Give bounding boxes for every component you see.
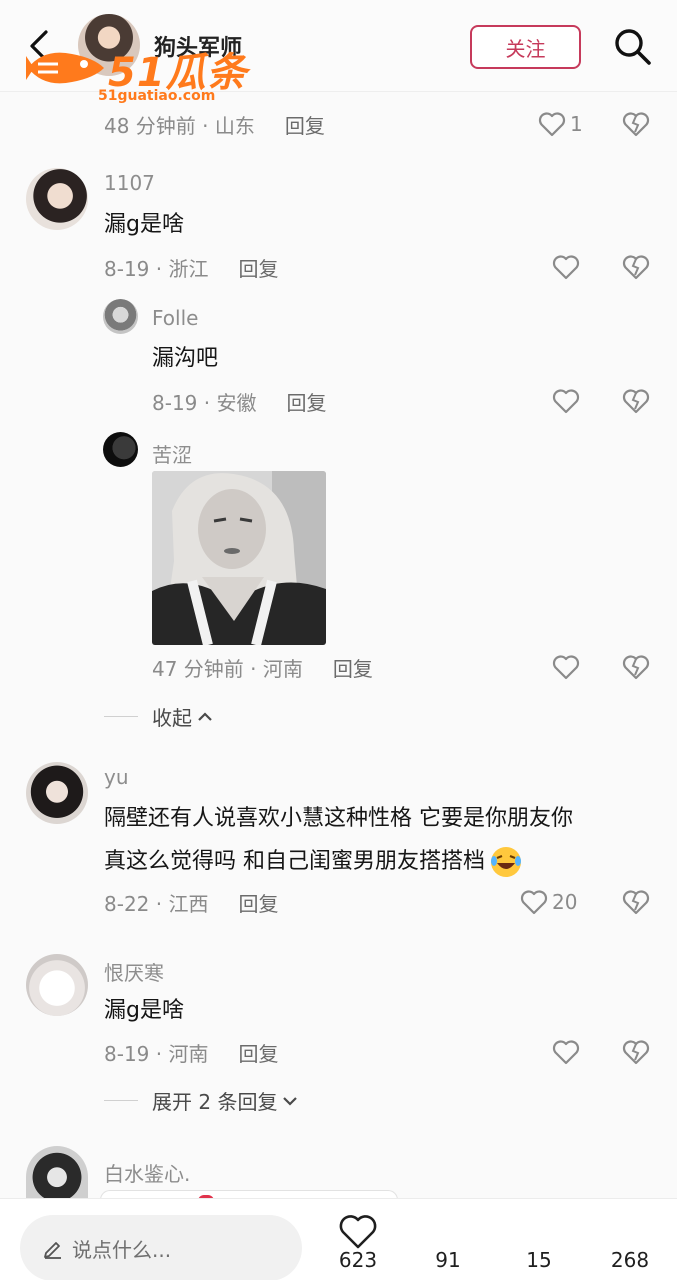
- watermark-url: 51guatiao.com: [98, 88, 216, 104]
- reply-username[interactable]: Folle: [152, 306, 198, 330]
- heart-icon: [552, 255, 580, 280]
- user-avatar[interactable]: [26, 954, 88, 1016]
- reply-button[interactable]: 回复: [238, 888, 278, 917]
- post-like-count[interactable]: 623: [328, 1248, 388, 1272]
- comment-text-line-1: 隔壁还有人说喜欢小慧这种性格 它要是你朋友你: [104, 806, 573, 831]
- like-count: 20: [552, 890, 578, 914]
- comment-time-location: 48 分钟前 · 山东: [104, 113, 255, 138]
- comment-text-line-2: 真这么觉得吗 和自己闺蜜男朋友搭搭档: [104, 840, 523, 883]
- like-button[interactable]: [552, 252, 580, 282]
- reply-button[interactable]: 回复: [238, 1038, 278, 1067]
- divider-line: [104, 716, 138, 717]
- like-button[interactable]: [552, 1037, 580, 1067]
- broken-heart-icon[interactable]: [622, 253, 650, 281]
- chevron-down-icon: [283, 1096, 298, 1106]
- comment-input-placeholder: 说点什么...: [72, 1237, 172, 1262]
- user-avatar[interactable]: [103, 432, 138, 467]
- reply-text: 漏沟吧: [152, 346, 219, 371]
- pen-icon: [44, 1242, 61, 1259]
- comment-username[interactable]: yu: [104, 765, 129, 789]
- comment-input[interactable]: 说点什么...: [20, 1215, 302, 1280]
- comment-username[interactable]: 白水鉴心.: [104, 1158, 190, 1187]
- collapse-label: 收起: [152, 706, 192, 730]
- post-stat-count[interactable]: 268: [600, 1248, 660, 1272]
- chevron-up-icon: [198, 711, 212, 721]
- user-avatar[interactable]: [26, 168, 88, 230]
- reply-image[interactable]: [152, 471, 326, 645]
- search-icon[interactable]: [612, 26, 652, 66]
- like-button[interactable]: [552, 652, 580, 682]
- broken-heart-icon[interactable]: [622, 110, 650, 138]
- reply-button[interactable]: 回复: [285, 110, 325, 139]
- comment-username[interactable]: 1107: [104, 171, 155, 195]
- portrait-photo: [152, 471, 326, 645]
- comment-username[interactable]: 恨厌寒: [104, 957, 164, 986]
- reply-time-location: 8-19 · 安徽: [152, 390, 257, 415]
- user-avatar[interactable]: [26, 1146, 88, 1198]
- reply-meta: 8-19 · 安徽 回复: [152, 386, 326, 416]
- comment-meta: 48 分钟前 · 山东 回复: [104, 109, 325, 139]
- broken-heart-icon[interactable]: [622, 653, 650, 681]
- expand-label: 展开 2 条回复: [152, 1090, 278, 1114]
- reply-username[interactable]: 苦涩: [152, 439, 192, 468]
- like-count: 1: [570, 112, 583, 136]
- like-button[interactable]: 1: [538, 109, 583, 139]
- like-button[interactable]: [552, 386, 580, 416]
- broken-heart-icon[interactable]: [622, 1038, 650, 1066]
- divider-line: [104, 1100, 138, 1101]
- broken-heart-icon[interactable]: [622, 888, 650, 916]
- expand-replies-button[interactable]: 展开 2 条回复: [104, 1086, 299, 1115]
- post-stat-count[interactable]: 91: [418, 1248, 478, 1272]
- heart-icon: [552, 389, 580, 414]
- reply-time-location: 47 分钟前 · 河南: [152, 656, 303, 681]
- reply-button[interactable]: 回复: [286, 387, 326, 416]
- heart-icon: [520, 890, 548, 915]
- comment-text: 真这么觉得吗 和自己闺蜜男朋友搭搭档: [104, 849, 485, 874]
- comment-meta: 8-22 · 江西 回复: [104, 887, 278, 917]
- like-post-icon[interactable]: [338, 1214, 378, 1250]
- collapse-replies-button[interactable]: 收起: [104, 702, 214, 731]
- comment-meta: 8-19 · 浙江 回复: [104, 252, 278, 282]
- broken-heart-icon[interactable]: [622, 387, 650, 415]
- post-stat-count[interactable]: 15: [509, 1248, 569, 1272]
- reply-button[interactable]: 回复: [238, 253, 278, 282]
- comment-text: 漏g是啥: [104, 998, 184, 1023]
- reply-button[interactable]: 回复: [333, 653, 373, 682]
- follow-button[interactable]: 关注: [470, 25, 581, 69]
- reply-meta: 47 分钟前 · 河南 回复: [152, 652, 373, 682]
- comment-text: 漏g是啥: [104, 212, 184, 237]
- site-watermark-logo: 51瓜条 51guatiao.com: [24, 38, 264, 108]
- comment-time-location: 8-19 · 河南: [104, 1041, 209, 1066]
- comment-time-location: 8-22 · 江西: [104, 891, 209, 916]
- like-button[interactable]: 20: [520, 887, 577, 917]
- comment-time-location: 8-19 · 浙江: [104, 256, 209, 281]
- top-bar: 狗头军师 51瓜条 51guatiao.com 关注: [0, 0, 677, 104]
- comment-meta: 8-19 · 河南 回复: [104, 1037, 278, 1067]
- user-avatar[interactable]: [103, 299, 138, 334]
- laughing-emoji-icon: [491, 846, 521, 877]
- fish-logo-icon: [26, 52, 104, 84]
- heart-icon: [552, 1040, 580, 1065]
- heart-icon: [552, 655, 580, 680]
- user-avatar[interactable]: [26, 762, 88, 824]
- heart-icon: [538, 112, 566, 137]
